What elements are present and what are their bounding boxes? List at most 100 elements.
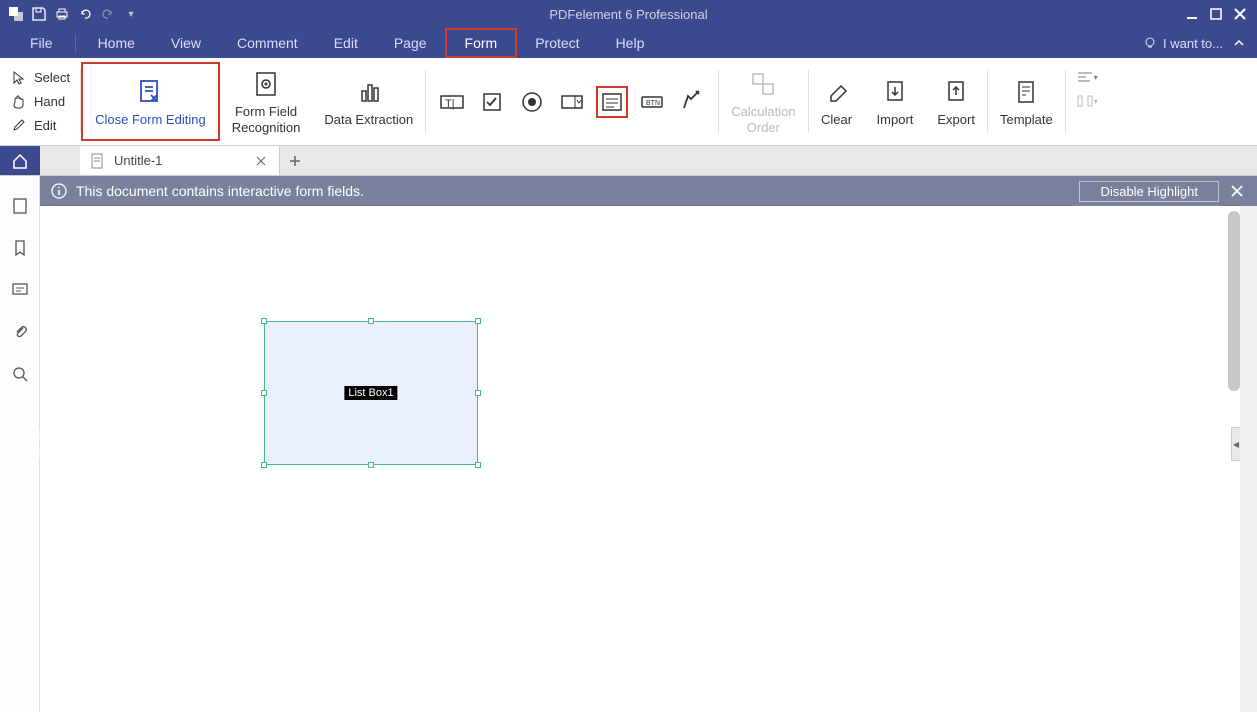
template-icon	[1010, 76, 1042, 108]
recognition-icon	[250, 68, 282, 100]
distribute-tool[interactable]: ▾	[1076, 92, 1098, 110]
close-tab-button[interactable]	[253, 153, 269, 169]
edit-tool[interactable]: Edit	[8, 114, 72, 138]
template-button[interactable]: Template	[988, 62, 1065, 141]
close-button[interactable]	[1229, 3, 1251, 25]
menu-separator	[75, 34, 76, 52]
window-title: PDFelement 6 Professional	[549, 7, 707, 22]
collapse-ribbon-button[interactable]	[1231, 35, 1247, 51]
close-notification-button[interactable]	[1227, 181, 1247, 201]
comments-button[interactable]	[8, 278, 32, 302]
print-icon[interactable]	[52, 4, 72, 24]
menu-form[interactable]: Form	[445, 28, 518, 58]
menu-protect[interactable]: Protect	[517, 28, 597, 58]
info-icon	[50, 182, 68, 200]
close-form-icon	[134, 76, 166, 108]
hand-tool[interactable]: Hand	[8, 90, 72, 114]
maximize-button[interactable]	[1205, 3, 1227, 25]
import-button[interactable]: Import	[865, 62, 926, 141]
export-icon	[940, 76, 972, 108]
extraction-label: Data Extraction	[324, 112, 413, 128]
main-area: ▶ This document contains interactive for…	[0, 176, 1257, 712]
list-box-field[interactable]: List Box1	[264, 321, 478, 465]
select-label: Select	[34, 70, 70, 85]
button-tool[interactable]: BTN	[636, 86, 668, 118]
i-want-to[interactable]: I want to...	[1143, 36, 1223, 51]
new-tab-button[interactable]	[280, 146, 310, 175]
clear-button[interactable]: Clear	[809, 62, 865, 141]
minimize-button[interactable]	[1181, 3, 1203, 25]
field-name-label: List Box1	[344, 386, 397, 400]
close-form-editing-button[interactable]: Close Form Editing	[81, 62, 220, 141]
text-field-tool[interactable]: T|	[436, 86, 468, 118]
qat-more-icon[interactable]: ▾	[121, 4, 141, 24]
menu-file[interactable]: File	[12, 28, 71, 58]
thumbnails-button[interactable]	[8, 194, 32, 218]
disable-highlight-button[interactable]: Disable Highlight	[1079, 181, 1219, 202]
resize-handle[interactable]	[475, 390, 481, 396]
resize-handle[interactable]	[261, 318, 267, 324]
ribbon: Select Hand Edit Close Form Editing Form…	[0, 58, 1257, 146]
menu-home[interactable]: Home	[80, 28, 153, 58]
document-tabbar: Untitle-1	[0, 146, 1257, 176]
attachments-button[interactable]	[8, 320, 32, 344]
notification-text: This document contains interactive form …	[76, 183, 1071, 199]
data-extraction-button[interactable]: Data Extraction	[312, 62, 425, 141]
save-icon[interactable]	[29, 4, 49, 24]
menu-comment[interactable]: Comment	[219, 28, 316, 58]
resize-handle[interactable]	[261, 390, 267, 396]
resize-handle[interactable]	[475, 462, 481, 468]
clear-label: Clear	[821, 112, 852, 128]
import-label: Import	[877, 112, 914, 128]
list-box-tool[interactable]	[596, 86, 628, 118]
search-button[interactable]	[8, 362, 32, 386]
document-tab-label: Untitle-1	[114, 153, 245, 168]
menu-help[interactable]: Help	[598, 28, 663, 58]
select-tool[interactable]: Select	[8, 66, 72, 90]
calculation-order-button: Calculation Order	[719, 62, 807, 141]
calc-label: Calculation Order	[731, 104, 795, 135]
svg-text:T|: T|	[445, 98, 455, 110]
export-button[interactable]: Export	[925, 62, 987, 141]
menu-edit[interactable]: Edit	[316, 28, 376, 58]
undo-icon[interactable]	[75, 4, 95, 24]
export-label: Export	[937, 112, 975, 128]
pencil-icon	[10, 117, 28, 135]
calc-icon	[747, 68, 779, 100]
right-gutter	[1240, 206, 1257, 712]
vertical-scrollbar[interactable]	[1228, 211, 1240, 391]
radio-tool[interactable]	[516, 86, 548, 118]
combo-box-tool[interactable]	[556, 86, 588, 118]
titlebar: ▾ PDFelement 6 Professional	[0, 0, 1257, 28]
recognition-label: Form Field Recognition	[232, 104, 301, 135]
resize-handle[interactable]	[368, 318, 374, 324]
hand-label: Hand	[34, 94, 65, 109]
home-tab[interactable]	[0, 146, 40, 175]
eraser-icon	[821, 76, 853, 108]
checkbox-tool[interactable]	[476, 86, 508, 118]
menu-view[interactable]: View	[153, 28, 219, 58]
bookmarks-button[interactable]	[8, 236, 32, 260]
cursor-icon	[10, 69, 28, 87]
svg-text:BTN: BTN	[646, 100, 660, 107]
tab-spacer	[40, 146, 80, 175]
close-form-label: Close Form Editing	[95, 112, 206, 128]
expand-right-panel-button[interactable]: ◀	[1231, 427, 1240, 461]
resize-handle[interactable]	[368, 462, 374, 468]
app-icon	[6, 4, 26, 24]
lightbulb-icon	[1143, 36, 1157, 50]
page-viewport[interactable]: List Box1	[40, 206, 1239, 712]
hand-icon	[10, 93, 28, 111]
document-tab[interactable]: Untitle-1	[80, 146, 280, 175]
signature-tool[interactable]	[676, 86, 708, 118]
resize-handle[interactable]	[261, 462, 267, 468]
canvas[interactable]: List Box1 ◀	[40, 176, 1257, 712]
align-tool[interactable]: ▾	[1076, 68, 1098, 86]
i-want-label: I want to...	[1163, 36, 1223, 51]
resize-handle[interactable]	[475, 318, 481, 324]
menu-page[interactable]: Page	[376, 28, 445, 58]
form-field-recognition-button[interactable]: Form Field Recognition	[220, 62, 313, 141]
chart-icon	[353, 76, 385, 108]
notification-bar: This document contains interactive form …	[40, 176, 1257, 206]
redo-icon	[98, 4, 118, 24]
